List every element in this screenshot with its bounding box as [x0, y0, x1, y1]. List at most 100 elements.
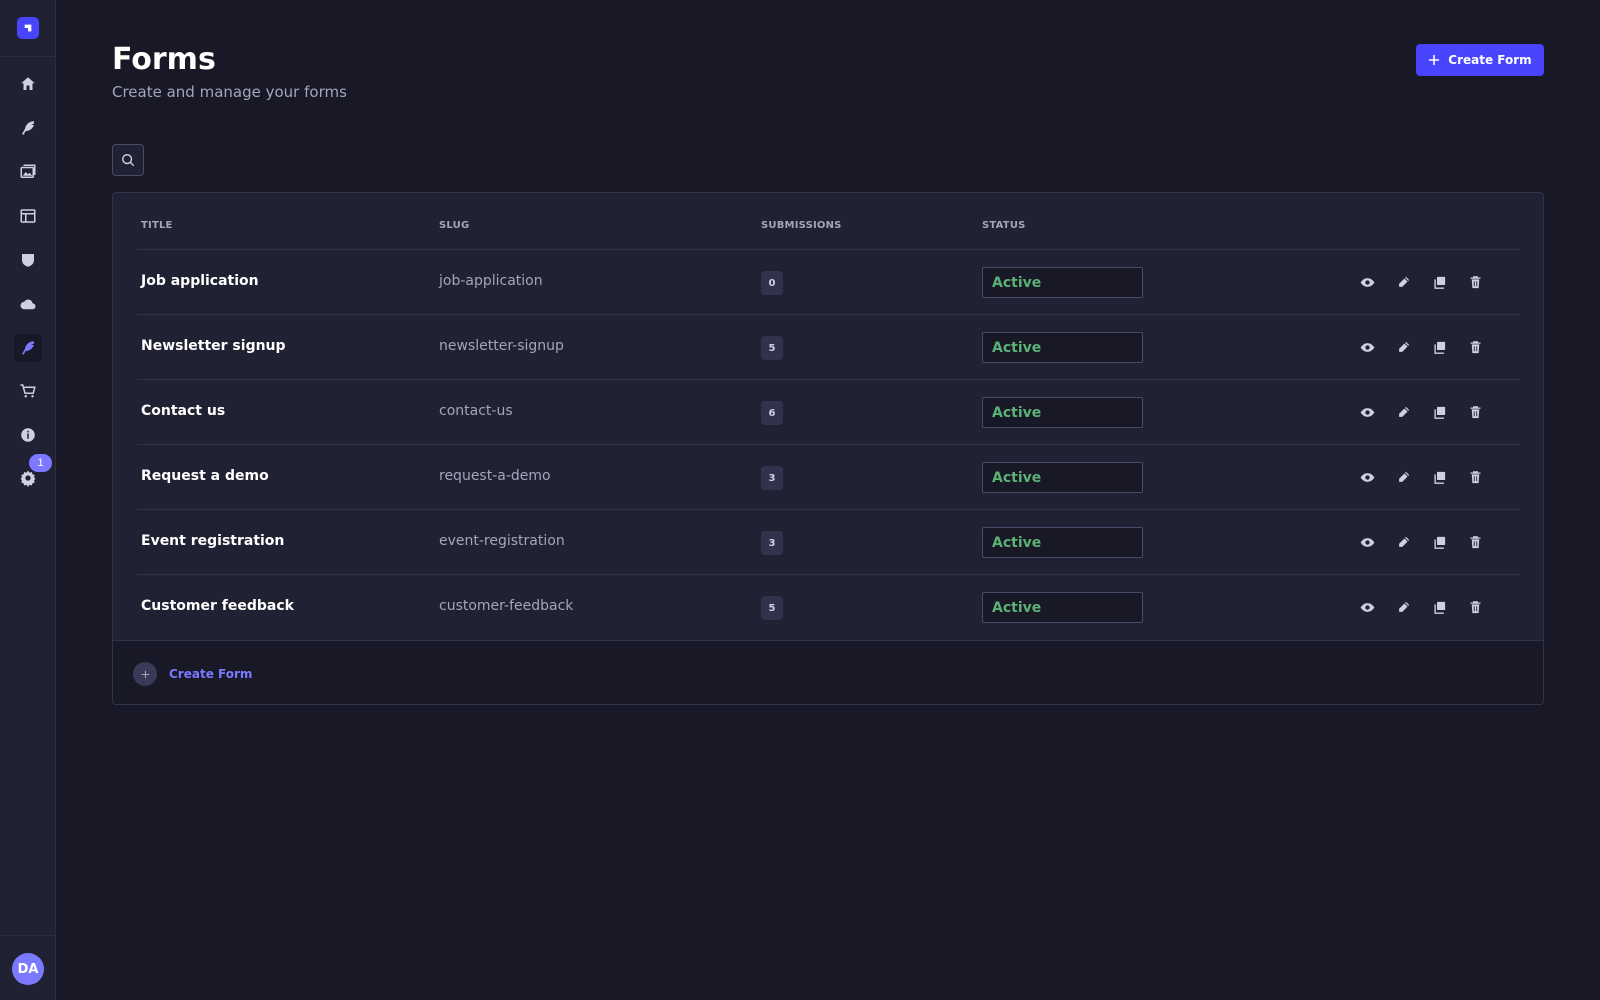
duplicate-button[interactable]: [1429, 467, 1449, 487]
sidebar-item-cloud[interactable]: [14, 290, 42, 318]
duplicate-button[interactable]: [1429, 597, 1449, 617]
row-title: Job application: [141, 273, 259, 289]
view-button[interactable]: [1357, 402, 1377, 422]
view-button[interactable]: [1357, 467, 1377, 487]
app-logo[interactable]: [17, 17, 39, 39]
duplicate-button[interactable]: [1429, 402, 1449, 422]
row-submissions-badge: 5: [761, 596, 783, 620]
edit-button[interactable]: [1393, 597, 1413, 617]
row-status-select[interactable]: Active: [982, 462, 1143, 493]
row-submissions-badge: 5: [761, 336, 783, 360]
media-library-icon: [20, 164, 36, 178]
edit-button[interactable]: [1393, 532, 1413, 552]
home-icon: [21, 77, 35, 90]
row-actions: [1357, 597, 1485, 617]
delete-button[interactable]: [1465, 272, 1485, 292]
table-row[interactable]: Request a demo request-a-demo 3 Active: [137, 444, 1520, 509]
row-status-select[interactable]: Active: [982, 267, 1143, 298]
table-row[interactable]: Newsletter signup newsletter-signup 5 Ac…: [137, 314, 1520, 379]
sidebar-item-home[interactable]: [14, 70, 42, 98]
trash-icon: [1470, 275, 1480, 288]
pencil-icon: [1398, 601, 1409, 612]
sidebar-item-security[interactable]: [14, 246, 42, 274]
column-header-status: STATUS: [982, 220, 1026, 231]
main-sidebar: 1 DA: [0, 0, 56, 1000]
sidebar-item-media-library[interactable]: [14, 158, 42, 186]
row-status-select[interactable]: Active: [982, 592, 1143, 623]
view-button[interactable]: [1357, 337, 1377, 357]
row-submissions-badge: 6: [761, 401, 783, 425]
row-actions: [1357, 272, 1485, 292]
row-actions: [1357, 532, 1485, 552]
delete-button[interactable]: [1465, 337, 1485, 357]
row-submissions-badge: 3: [761, 466, 783, 490]
delete-button[interactable]: [1465, 532, 1485, 552]
row-slug: newsletter-signup: [439, 338, 564, 354]
sidebar-item-content-type-builder[interactable]: [14, 202, 42, 230]
row-slug: job-application: [439, 273, 543, 289]
delete-button[interactable]: [1465, 467, 1485, 487]
column-header-submissions: SUBMISSIONS: [761, 220, 842, 231]
sidebar-bottom-divider: [0, 935, 56, 936]
view-button[interactable]: [1357, 597, 1377, 617]
row-actions: [1357, 337, 1485, 357]
delete-button[interactable]: [1465, 402, 1485, 422]
trash-icon: [1470, 535, 1480, 548]
sidebar-item-forms[interactable]: [14, 334, 42, 362]
view-button[interactable]: [1357, 532, 1377, 552]
footer-plus-icon: [133, 662, 157, 686]
row-status-select[interactable]: Active: [982, 527, 1143, 558]
pencil-icon: [1398, 536, 1409, 547]
table-footer: Create Form: [113, 640, 1543, 704]
info-icon: [21, 428, 35, 442]
view-button[interactable]: [1357, 272, 1377, 292]
eye-icon: [1360, 602, 1374, 612]
table-row[interactable]: Customer feedback customer-feedback 5 Ac…: [137, 574, 1520, 639]
duplicate-button[interactable]: [1429, 337, 1449, 357]
footer-create-form-button[interactable]: Create Form: [133, 662, 252, 686]
edit-button[interactable]: [1393, 402, 1413, 422]
create-form-button[interactable]: Create Form: [1416, 44, 1544, 76]
page-subtitle: Create and manage your forms: [112, 83, 347, 101]
table-row[interactable]: Job application job-application 0 Active: [137, 249, 1520, 314]
row-title: Event registration: [141, 533, 285, 549]
cart-icon: [20, 384, 36, 398]
duplicate-icon: [1433, 341, 1445, 354]
duplicate-button[interactable]: [1429, 532, 1449, 552]
sidebar-item-content-manager[interactable]: [14, 114, 42, 142]
user-avatar[interactable]: DA: [12, 953, 44, 985]
row-submissions-badge: 3: [761, 531, 783, 555]
forms-table: TITLE SLUG SUBMISSIONS STATUS Job applic…: [112, 192, 1544, 705]
duplicate-icon: [1433, 601, 1445, 614]
layout-icon: [20, 209, 36, 223]
row-status-select[interactable]: Active: [982, 332, 1143, 363]
column-header-title: TITLE: [141, 220, 173, 231]
table-row[interactable]: Event registration event-registration 3 …: [137, 509, 1520, 574]
row-title: Customer feedback: [141, 598, 294, 614]
duplicate-icon: [1433, 471, 1445, 484]
sidebar-item-marketplace[interactable]: [14, 377, 42, 405]
sidebar-item-info[interactable]: [14, 421, 42, 449]
edit-button[interactable]: [1393, 272, 1413, 292]
row-actions: [1357, 402, 1485, 422]
trash-icon: [1470, 470, 1480, 483]
pencil-icon: [1398, 406, 1409, 417]
row-slug: event-registration: [439, 533, 565, 549]
sidebar-divider: [0, 56, 56, 57]
eye-icon: [1360, 407, 1374, 417]
footer-create-form-label: Create Form: [169, 667, 253, 681]
edit-button[interactable]: [1393, 337, 1413, 357]
table-row[interactable]: Contact us contact-us 6 Active: [137, 379, 1520, 444]
edit-button[interactable]: [1393, 467, 1413, 487]
logo-icon: [24, 24, 32, 32]
trash-icon: [1470, 600, 1480, 613]
search-button[interactable]: [112, 144, 144, 176]
duplicate-button[interactable]: [1429, 272, 1449, 292]
row-title: Contact us: [141, 403, 226, 419]
trash-icon: [1470, 405, 1480, 418]
delete-button[interactable]: [1465, 597, 1485, 617]
row-status-select[interactable]: Active: [982, 397, 1143, 428]
feather-icon: [22, 121, 34, 135]
eye-icon: [1360, 537, 1374, 547]
gear-icon: [20, 470, 36, 487]
